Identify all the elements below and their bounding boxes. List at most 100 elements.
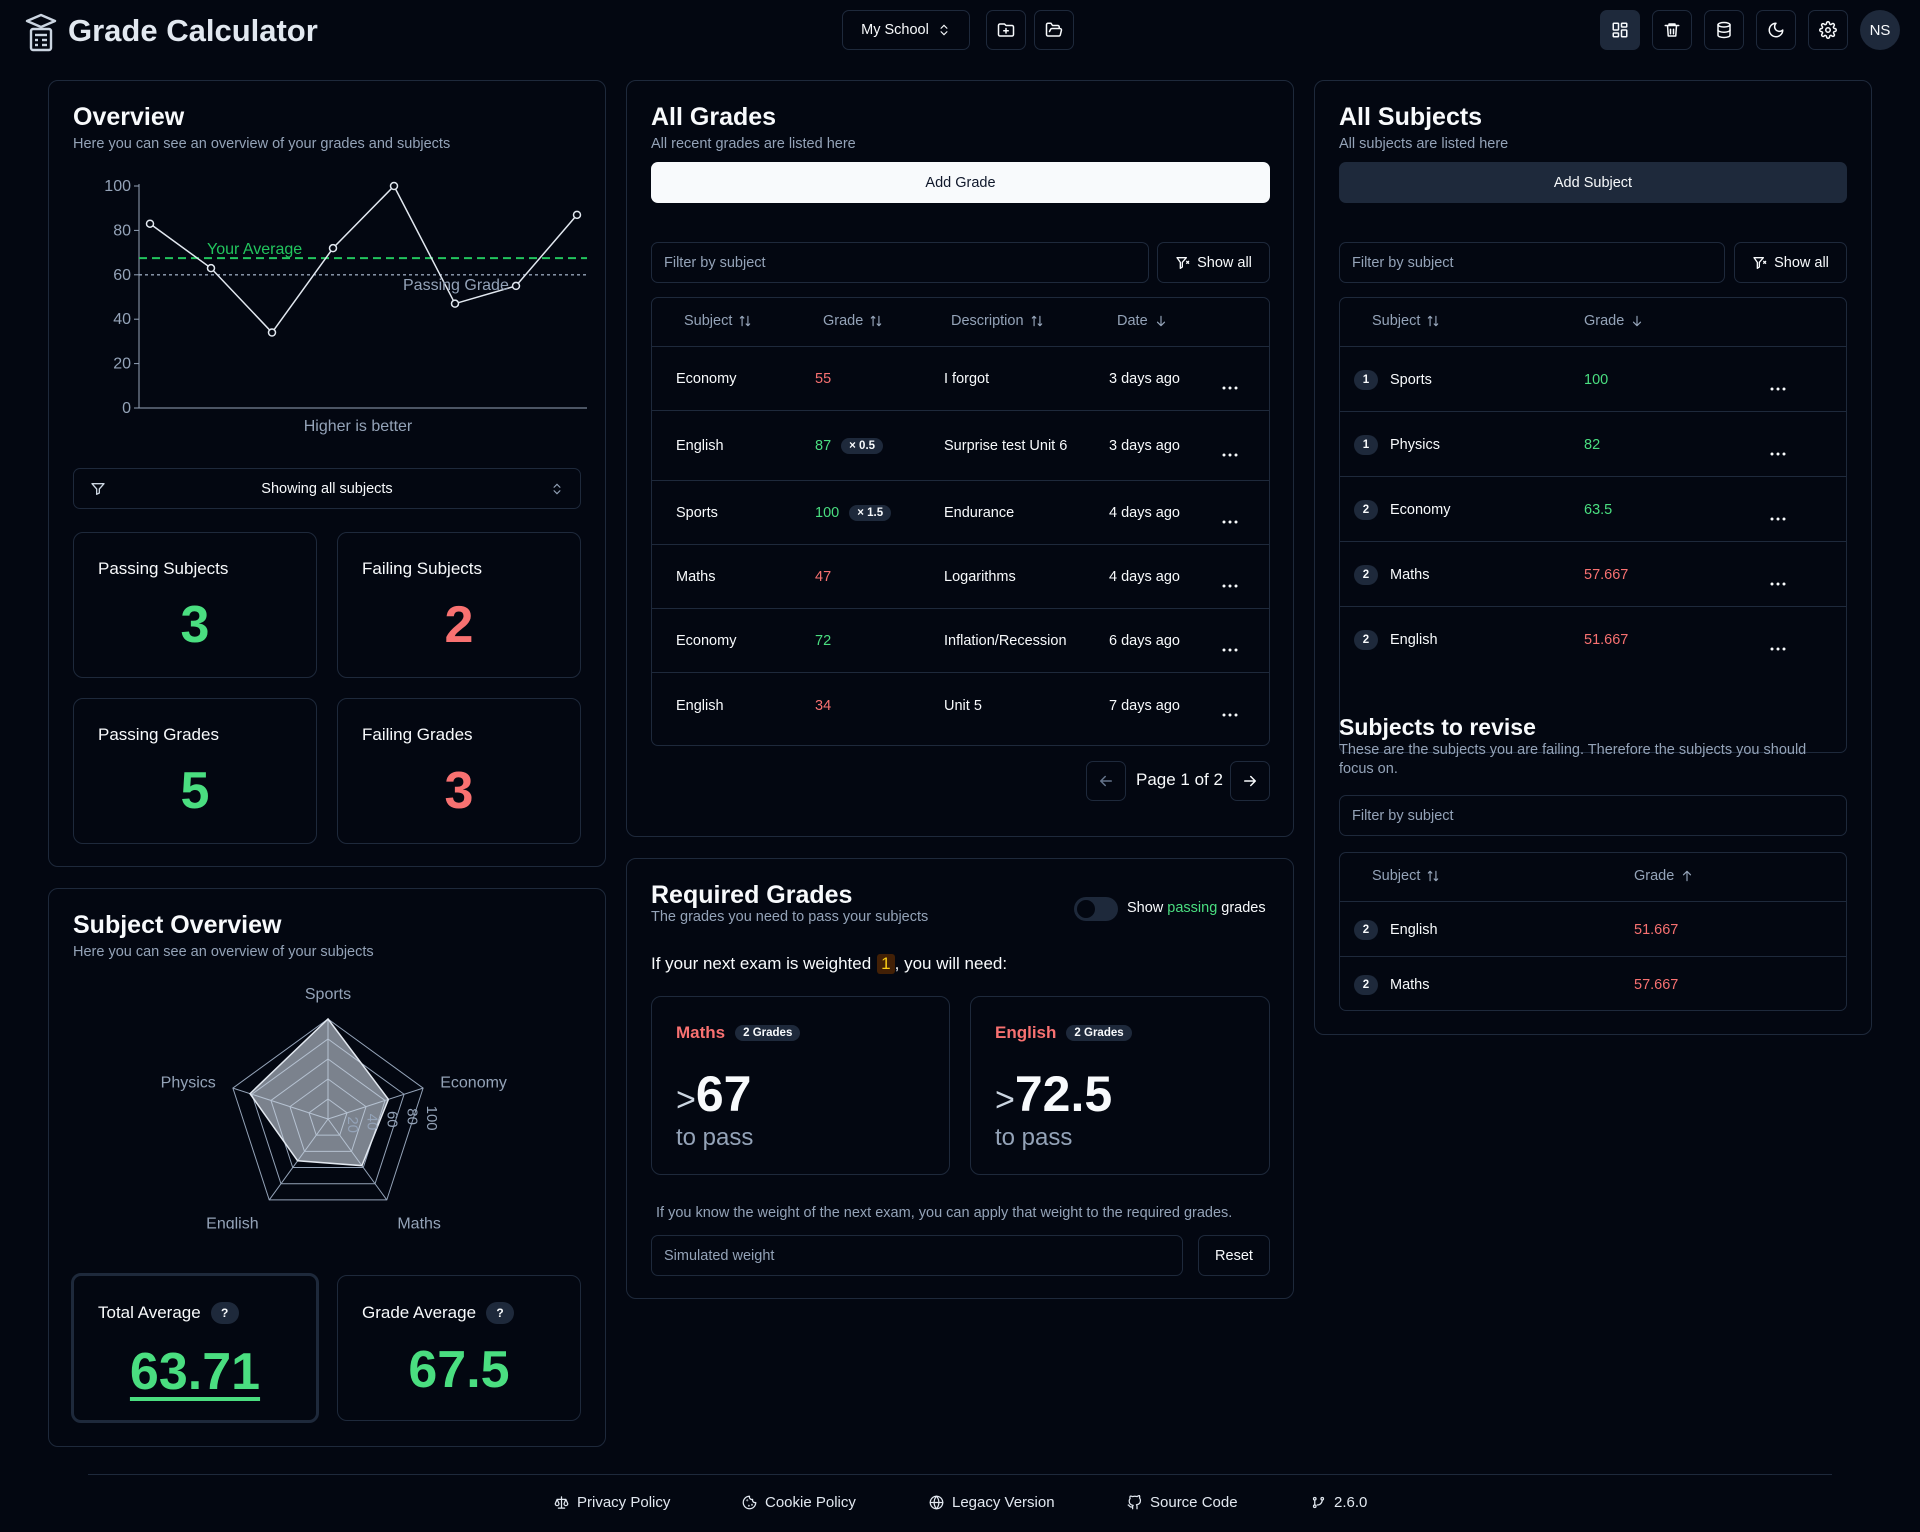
column-header-subject[interactable]: Subject (1372, 868, 1440, 884)
grade-description: Logarithms (944, 569, 1016, 585)
total-average-stat[interactable]: Total Average ? 63.71 (71, 1273, 319, 1423)
row-actions-button[interactable] (1222, 511, 1238, 529)
settings-button[interactable] (1808, 10, 1848, 50)
grade-filter-input[interactable]: Filter by subject (651, 242, 1149, 283)
row-actions-button[interactable] (1222, 704, 1238, 722)
table-row[interactable]: Maths 47 Logarithms 4 days ago (652, 544, 1269, 608)
privacy-policy-link[interactable]: Privacy Policy (554, 1494, 670, 1511)
chevron-updown-icon (553, 483, 561, 495)
show-all-label: Show all (1197, 254, 1252, 271)
user-avatar[interactable]: NS (1860, 10, 1900, 50)
subject-overview-card: Subject Overview Here you can see an ove… (48, 888, 606, 1447)
column-header-subject[interactable]: Subject (684, 313, 752, 329)
radar-category-label: Sports (305, 986, 351, 1003)
simulated-weight-input[interactable]: Simulated weight (651, 1235, 1183, 1276)
table-row[interactable]: English 87 × 0.5 Surprise test Unit 6 3 … (652, 410, 1269, 480)
subject-filter-select[interactable]: Showing all subjects (73, 468, 581, 509)
weight-badge: × 1.5 (849, 505, 892, 521)
add-grade-button[interactable]: Add Grade (651, 162, 1270, 203)
next-page-button[interactable] (1230, 761, 1270, 801)
subject-grade: 57.667 (1634, 976, 1679, 993)
weight-hint: If you know the weight of the next exam,… (656, 1205, 1233, 1221)
table-row[interactable]: 2 Maths 57.667 (1340, 956, 1846, 1010)
row-actions-button[interactable] (1222, 575, 1238, 593)
cookie-policy-link[interactable]: Cookie Policy (742, 1494, 856, 1511)
pagination-label: Page 1 of 2 (1136, 770, 1223, 789)
filter-x-icon (1176, 256, 1190, 269)
source-code-link[interactable]: Source Code (1127, 1494, 1238, 1511)
github-icon (1127, 1495, 1142, 1510)
open-folder-button[interactable] (1034, 10, 1074, 50)
subject-name: 2 Economy (1354, 477, 1450, 542)
column-header-grade[interactable]: Grade (823, 313, 883, 329)
table-row[interactable]: Sports 100 × 1.5 Endurance 4 days ago (652, 480, 1269, 544)
version-link[interactable]: 2.6.0 (1311, 1494, 1367, 1511)
database-icon (1717, 21, 1731, 39)
gear-icon (1819, 21, 1837, 39)
chevron-updown-icon (940, 24, 948, 36)
table-row[interactable]: 2 Economy 63.5 (1340, 476, 1846, 541)
revise-filter-input[interactable]: Filter by subject (1339, 795, 1847, 836)
column-header-grade[interactable]: Grade (1634, 868, 1694, 884)
row-actions-button[interactable] (1222, 639, 1238, 657)
help-icon[interactable]: ? (210, 1302, 239, 1324)
scale-icon (554, 1496, 569, 1509)
previous-page-button[interactable] (1086, 761, 1126, 801)
dashboard-button[interactable] (1600, 10, 1640, 50)
row-actions-button[interactable] (1770, 638, 1786, 656)
x-axis-label: Higher is better (304, 418, 413, 435)
row-actions-button[interactable] (1222, 377, 1238, 395)
show-passing-toggle[interactable] (1074, 897, 1118, 921)
row-actions-button[interactable] (1770, 573, 1786, 591)
stat-label: Failing Grades (362, 725, 473, 744)
legacy-version-link[interactable]: Legacy Version (929, 1494, 1055, 1511)
row-actions-button[interactable] (1770, 508, 1786, 526)
create-folder-button[interactable] (986, 10, 1026, 50)
show-all-subjects-button[interactable]: Show all (1734, 242, 1847, 283)
grade-date: 7 days ago (1109, 697, 1180, 714)
required-value: 67 (695, 1066, 752, 1122)
table-row[interactable]: Economy 72 Inflation/Recession 6 days ag… (652, 608, 1269, 672)
subject-filter-input[interactable]: Filter by subject (1339, 242, 1725, 283)
subject-name: 2 English (1354, 902, 1438, 957)
column-header-subject[interactable]: Subject (1372, 313, 1440, 329)
grade-count-badge: 2 (1354, 564, 1378, 585)
stat-label: Passing Grades (98, 725, 219, 744)
reference-label: Your Average (207, 241, 302, 258)
revise-table: Subject Grade 2 English 51.667 2 Maths 5… (1339, 852, 1847, 1011)
overview-card: Overview Here you can see an overview of… (48, 80, 606, 867)
column-header-grade[interactable]: Grade (1584, 313, 1644, 329)
school-select[interactable]: My School (842, 10, 970, 50)
grades-line-chart: 100 80 60 40 20 0 Your Average Passing Grade Hig… (104, 178, 587, 435)
greater-than-sign: > (995, 1081, 1015, 1119)
theme-toggle-button[interactable] (1756, 10, 1796, 50)
column-header-description[interactable]: Description (951, 313, 1044, 329)
grade-subject: Economy (676, 633, 737, 649)
table-row[interactable]: 2 English 51.667 (1340, 606, 1846, 671)
folder-plus-icon (997, 23, 1015, 37)
add-subject-button[interactable]: Add Subject (1339, 162, 1847, 203)
subject-name: 2 Maths (1354, 957, 1430, 1010)
show-all-grades-button[interactable]: Show all (1157, 242, 1270, 283)
table-row[interactable]: English 34 Unit 5 7 days ago (652, 672, 1269, 737)
row-actions-button[interactable] (1222, 444, 1238, 462)
table-row[interactable]: 2 English 51.667 (1340, 901, 1846, 956)
table-row[interactable]: 2 Maths 57.667 (1340, 541, 1846, 606)
grade-count-badge: 2 Grades (1066, 1025, 1132, 1041)
delete-button[interactable] (1652, 10, 1692, 50)
row-actions-button[interactable] (1770, 443, 1786, 461)
grade-value: 34 (815, 697, 832, 714)
table-row[interactable]: 1 Sports 100 (1340, 346, 1846, 411)
row-actions-button[interactable] (1770, 378, 1786, 396)
reset-button[interactable]: Reset (1198, 1235, 1270, 1276)
help-icon[interactable]: ? (486, 1302, 515, 1324)
show-passing-label: Show passing grades (1127, 900, 1266, 916)
table-row[interactable]: Economy 55 I forgot 3 days ago (652, 346, 1269, 410)
y-tick-label: 20 (113, 356, 131, 373)
radar-tick-label: 20 (344, 1116, 361, 1133)
sort-icon (871, 315, 882, 327)
column-header-date[interactable]: Date (1117, 313, 1168, 329)
database-button[interactable] (1704, 10, 1744, 50)
table-row[interactable]: 1 Physics 82 (1340, 411, 1846, 476)
weight-highlight: 1 (877, 954, 895, 974)
